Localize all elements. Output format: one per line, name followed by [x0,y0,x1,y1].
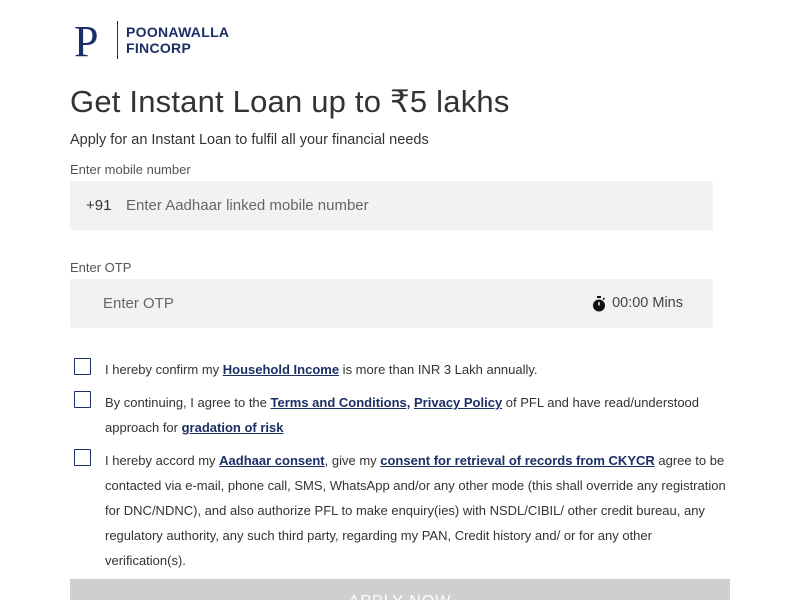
loan-application-page: P POONAWALLA FINCORP Get Instant Loan up… [0,0,800,600]
page-subtitle: Apply for an Instant Loan to fulfil all … [70,132,429,148]
consent-aadhaar-checkbox[interactable] [74,449,91,466]
otp-label: Enter OTP [70,260,132,275]
consent-income-checkbox[interactable] [74,358,91,375]
stopwatch-icon [593,295,606,311]
consent-terms-text: By continuing, I agree to the Terms and … [105,395,700,435]
svg-text:P: P [74,18,98,62]
brand-name-line2: FINCORP [126,40,192,56]
poonawalla-logo-icon: P [74,18,98,62]
logo-divider [117,21,118,59]
consent-aadhaar-text: I hereby accord my Aadhaar consent, give… [105,453,726,568]
gradation-of-risk-link[interactable]: gradation of risk [182,420,284,435]
mobile-input[interactable] [126,181,696,230]
ckycr-consent-link[interactable]: consent for retrieval of records from CK… [380,453,655,468]
aadhaar-consent-link[interactable]: Aadhaar consent [219,453,324,468]
otp-timer-text: 00:00 Mins [612,295,683,311]
brand-name: POONAWALLA FINCORP [126,24,229,56]
consent-terms-checkbox[interactable] [74,391,91,408]
brand-name-line1: POONAWALLA [126,24,230,40]
consent-income-text: I hereby confirm my Household Income is … [105,362,538,377]
apply-now-button[interactable]: APPLY NOW [70,579,730,600]
otp-field[interactable]: 00:00 Mins [70,279,713,328]
privacy-policy-link[interactable]: Privacy Policy [414,395,502,410]
otp-input[interactable] [103,279,543,328]
brand-logo[interactable]: P POONAWALLA FINCORP [72,18,229,62]
mobile-label: Enter mobile number [70,162,191,177]
household-income-link[interactable]: Household Income [223,362,339,377]
terms-and-conditions-link[interactable]: Terms and Conditions, [271,395,411,410]
page-title: Get Instant Loan up to ₹5 lakhs [70,84,510,119]
otp-timer: 00:00 Mins [592,279,683,328]
mobile-field[interactable]: +91 [70,181,713,230]
country-code-prefix: +91 [86,197,112,214]
